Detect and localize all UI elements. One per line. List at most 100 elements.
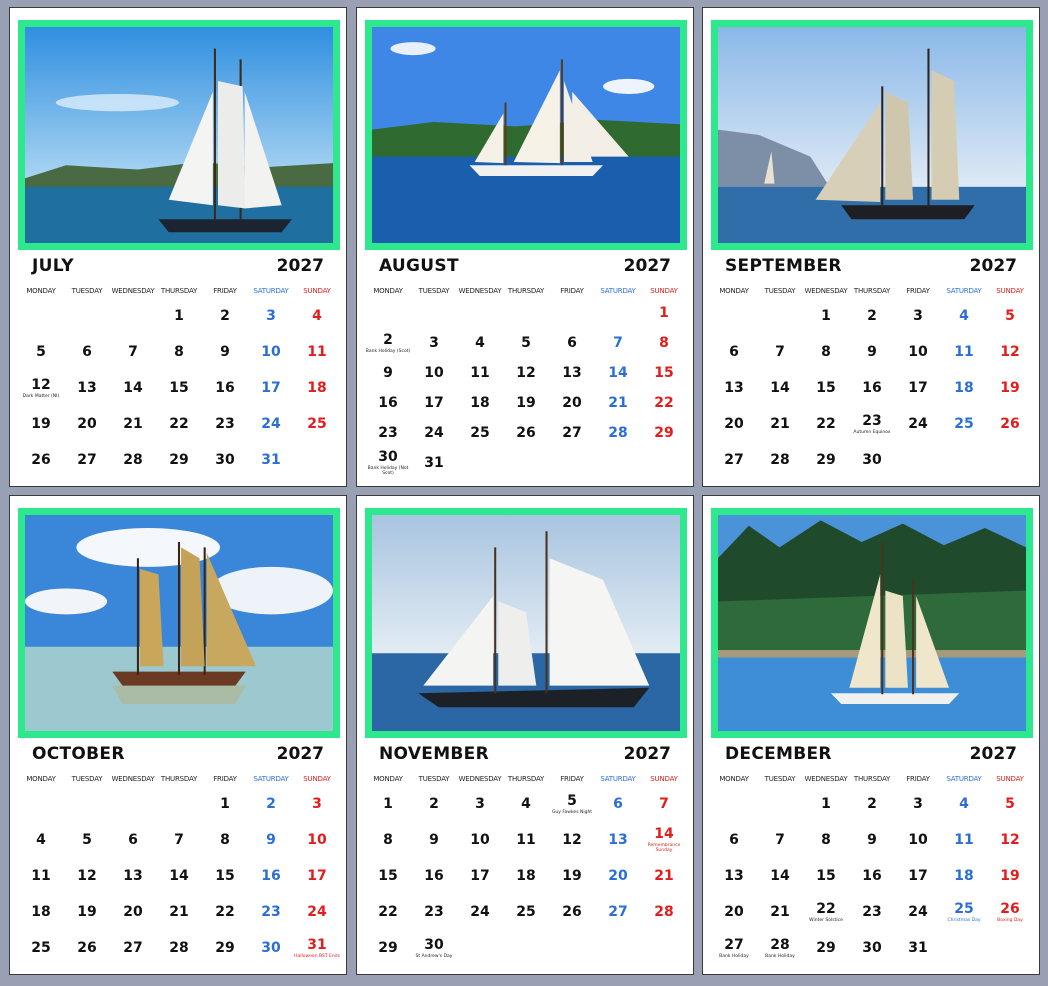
day-cell: 22 [803, 406, 849, 442]
day-cell [549, 448, 595, 478]
day-cell: 16 [411, 858, 457, 894]
day-number: 29 [169, 451, 189, 468]
weekday-header: THURSDAY [160, 287, 198, 295]
day-cell: 1 [803, 298, 849, 334]
day-number: 8 [383, 831, 393, 848]
day-cell [941, 442, 987, 478]
day-cell [549, 298, 595, 328]
week-row: 16 17 18 19 20 21 22 [365, 388, 687, 418]
day-cell: 2 [411, 786, 457, 822]
day-cell: 18 [294, 370, 340, 406]
day-cell: 26 [987, 406, 1033, 442]
day-cell: 20 [711, 894, 757, 930]
weekday-header: TUESDAY [418, 287, 450, 295]
day-cell: 27 Bank Holiday [711, 930, 757, 966]
day-cell: 8 [803, 334, 849, 370]
day-cell: 15 [641, 358, 687, 388]
day-cell: 17 [248, 370, 294, 406]
day-cell [156, 786, 202, 822]
day-number: 20 [608, 867, 628, 884]
day-cell: 26 Boxing Day [987, 894, 1033, 930]
week-row: 1 2 3 4 5 Guy Fawkes Night 6 7 [365, 786, 687, 822]
day-number: 10 [307, 831, 327, 848]
day-cell: 30 [849, 442, 895, 478]
day-number: 1 [220, 795, 230, 812]
year-label: 2027 [969, 256, 1017, 276]
day-cell: 26 [549, 894, 595, 930]
weekday-header: WEDNESDAY [804, 287, 848, 295]
day-cell: 28 [641, 894, 687, 930]
day-cell: 24 [248, 406, 294, 442]
year-label: 2027 [623, 256, 671, 276]
day-number: 12 [77, 867, 97, 884]
weekday-header: FRIDAY [906, 775, 930, 783]
calendar-page-august: AUGUST 2027 MONDAY TUESDAY WEDNESDAY THURSD… [356, 7, 694, 487]
calendar-page-november: NOVEMBER 2027 MONDAY TUESDAY WEDNESDAY THUR… [356, 495, 694, 975]
day-number: 8 [821, 831, 831, 848]
weekday-header: THURSDAY [160, 775, 198, 783]
day-cell: 25 [294, 406, 340, 442]
day-number: 9 [383, 364, 393, 381]
week-row: 2 Bank Holiday (Scot) 3 4 5 6 7 8 [365, 328, 687, 358]
day-number: 5 [36, 343, 46, 360]
day-cell: 30 [248, 930, 294, 966]
day-cell: 24 [294, 894, 340, 930]
month-grid: MONDAY TUESDAY WEDNESDAY THURSDAY FRIDAY SATU… [18, 772, 340, 966]
day-number: 6 [729, 343, 739, 360]
day-cell: 28 Bank Holiday [757, 930, 803, 966]
day-cell: 15 [156, 370, 202, 406]
day-cell: 27 [549, 418, 595, 448]
day-cell: 19 [549, 858, 595, 894]
day-cell: 20 [64, 406, 110, 442]
day-cell: 2 [202, 298, 248, 334]
day-cell [757, 786, 803, 822]
day-number: 24 [424, 424, 444, 441]
day-cell: 7 [757, 822, 803, 858]
day-number: 10 [908, 343, 928, 360]
day-cell: 3 [895, 786, 941, 822]
day-cell: 30 St Andrew's Day [411, 930, 457, 966]
weekday-header: SATURDAY [600, 287, 636, 295]
weekday-header: TUESDAY [764, 775, 796, 783]
weekday-header: SUNDAY [996, 775, 1024, 783]
day-number: 26 [31, 451, 51, 468]
day-cell: 7 [757, 334, 803, 370]
weekday-header: SATURDAY [253, 287, 289, 295]
weekday-header: SUNDAY [303, 775, 331, 783]
photo-frame [18, 20, 340, 250]
day-cell: 8 [156, 334, 202, 370]
day-number: 28 [169, 939, 189, 956]
day-cell: 22 [641, 388, 687, 418]
day-cell: 11 [941, 334, 987, 370]
day-cell: 29 [803, 442, 849, 478]
day-number: 27 [123, 939, 143, 956]
day-number: 8 [659, 334, 669, 351]
day-cell: 4 [18, 822, 64, 858]
day-number: 25 [31, 939, 51, 956]
day-cell: 4 [941, 298, 987, 334]
day-number: 12 [562, 831, 582, 848]
day-number: 10 [908, 831, 928, 848]
day-cell: 23 Autumn Equinox [849, 406, 895, 442]
day-number: 31 [908, 939, 928, 956]
day-number: 4 [36, 831, 46, 848]
day-number: 2 [266, 795, 276, 812]
photo-frame [711, 20, 1033, 250]
holiday-note: Halloween BST Ends [294, 953, 340, 959]
day-cell: 10 [895, 334, 941, 370]
day-cell: 1 [202, 786, 248, 822]
month-title: AUGUST [379, 256, 459, 276]
day-number: 10 [424, 364, 444, 381]
day-number: 15 [654, 364, 674, 381]
day-cell: 25 [18, 930, 64, 966]
day-cell: 22 Winter Solstice [803, 894, 849, 930]
day-number: 3 [475, 795, 485, 812]
day-number: 22 [169, 415, 189, 432]
day-cell: 3 [294, 786, 340, 822]
week-row: 6 7 8 9 10 11 12 [711, 822, 1033, 858]
day-number: 14 [608, 364, 628, 381]
day-cell: 11 [18, 858, 64, 894]
day-cell: 16 [248, 858, 294, 894]
day-number: 8 [220, 831, 230, 848]
day-cell: 31 [248, 442, 294, 478]
